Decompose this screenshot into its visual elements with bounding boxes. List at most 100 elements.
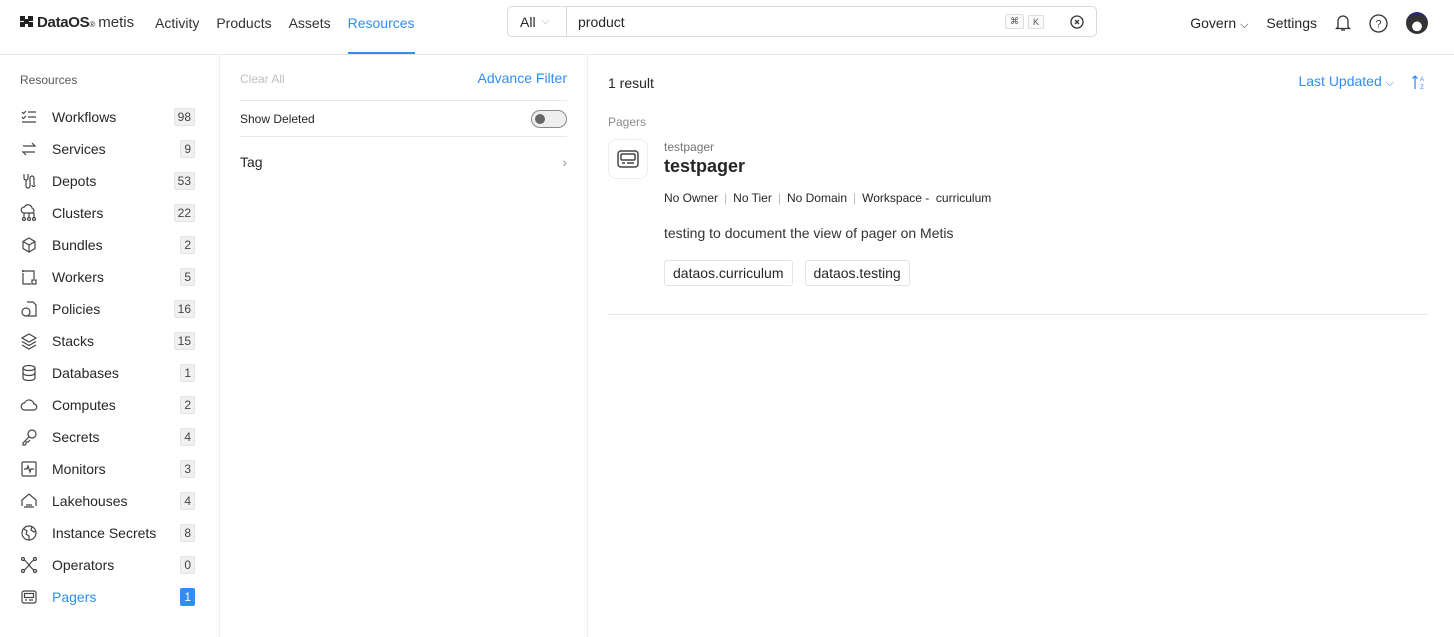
pager-icon: [20, 588, 38, 606]
sidebar-item-services[interactable]: Services 9: [20, 137, 195, 161]
sidebar-item-label: Databases: [52, 365, 119, 381]
nav-assets[interactable]: Assets: [289, 0, 331, 54]
sidebar-item-workers[interactable]: Workers 5: [20, 265, 195, 289]
sidebar-item-computes[interactable]: Computes 2: [20, 393, 195, 417]
show-deleted-label: Show Deleted: [240, 111, 315, 126]
sidebar-item-count: 15: [173, 332, 195, 350]
sidebar-item-count: 2: [180, 396, 195, 414]
arrows-exchange-icon: [20, 140, 38, 158]
chevron-right-icon: ›: [562, 153, 567, 170]
owner: No Owner: [664, 191, 719, 205]
sidebar-item-instance-secrets[interactable]: Instance Secrets 8: [20, 521, 195, 545]
sidebar-item-monitors[interactable]: Monitors 3: [20, 457, 195, 481]
sidebar-item-count: 3: [180, 460, 195, 478]
show-deleted-row: Show Deleted: [240, 100, 567, 136]
product-name: metis: [98, 14, 135, 31]
cloud-icon: [20, 396, 38, 414]
clear-all-button[interactable]: Clear All: [240, 72, 285, 86]
sidebar-item-label: Depots: [52, 173, 97, 189]
chevron-down-icon: ⌵: [541, 16, 550, 27]
sidebar-item-label: Secrets: [52, 429, 100, 445]
nav-activity[interactable]: Activity: [155, 0, 199, 54]
k-key: K: [1027, 14, 1044, 29]
sidebar-item-label: Workers: [52, 269, 104, 285]
sidebar-item-stacks[interactable]: Stacks 15: [20, 329, 195, 353]
document-shape-icon: [20, 300, 38, 318]
sidebar-item-count: 16: [173, 300, 195, 318]
resources-sidebar: Resources Workflows 98 Services 9 Depots 53 Cl…: [0, 55, 220, 637]
result-subtitle: testpager: [664, 140, 715, 154]
sidebar-item-lakehouses[interactable]: Lakehouses 4: [20, 489, 195, 513]
dataos-logo-icon: [20, 16, 33, 27]
sidebar-item-databases[interactable]: Databases 1: [20, 361, 195, 385]
sidebar-title: Resources: [20, 73, 78, 87]
avatar[interactable]: [1406, 12, 1428, 34]
globe-icon: [20, 524, 38, 542]
sidebar-item-policies[interactable]: Policies 16: [20, 297, 195, 321]
registered-mark: ®: [89, 20, 96, 29]
show-deleted-toggle[interactable]: [531, 109, 567, 128]
sidebar-item-depots[interactable]: Depots 53: [20, 169, 195, 193]
sidebar-item-label: Monitors: [52, 461, 106, 477]
tag-filter-label: Tag: [240, 153, 263, 170]
nav-products[interactable]: Products: [216, 0, 271, 54]
sidebar-item-label: Computes: [52, 397, 116, 413]
govern-label: Govern: [1190, 14, 1237, 31]
result-title[interactable]: testpager: [664, 156, 745, 177]
help-icon[interactable]: ?: [1369, 13, 1388, 33]
sidebar-item-count: 98: [173, 108, 195, 126]
header-actions: Govern ⌵ Settings ?: [1190, 12, 1428, 34]
plug-icon: [20, 172, 38, 190]
layers-icon: [20, 332, 38, 350]
domain: No Domain: [786, 191, 847, 205]
settings-link[interactable]: Settings: [1266, 15, 1317, 31]
advance-filter-button[interactable]: Advance Filter: [478, 70, 567, 86]
tag-chip[interactable]: dataos.curriculum: [664, 260, 793, 286]
sidebar-item-label: Clusters: [52, 205, 104, 221]
result-count: 1 result: [608, 75, 654, 91]
sidebar-item-count: 4: [180, 492, 195, 510]
cube-icon: [20, 236, 38, 254]
chevron-down-icon: ⌵: [1385, 77, 1394, 89]
sidebar-item-clusters[interactable]: Clusters 22: [20, 201, 195, 225]
sidebar-item-count: 2: [180, 236, 195, 254]
sidebar-item-operators[interactable]: Operators 0: [20, 553, 195, 577]
svg-text:Z: Z: [1420, 85, 1424, 90]
sidebar-item-label: Services: [52, 141, 106, 157]
pulse-icon: [20, 460, 38, 478]
sidebar-item-label: Policies: [52, 301, 101, 317]
chevron-down-icon: ⌵: [1240, 18, 1249, 31]
logo[interactable]: DataOS ® metis: [20, 14, 134, 31]
database-icon: [20, 364, 38, 382]
cloud-network-icon: [20, 204, 38, 222]
cmd-key: ⌘: [1004, 14, 1024, 29]
nav-resources[interactable]: Resources: [347, 0, 415, 54]
tag-chip[interactable]: dataos.testing: [804, 260, 910, 286]
sidebar-item-secrets[interactable]: Secrets 4: [20, 425, 195, 449]
filter-panel: Clear All Advance Filter Show Deleted Ta…: [220, 55, 588, 637]
divider: [608, 314, 1428, 315]
sidebar-item-count: 0: [180, 556, 195, 574]
lakehouse-icon: [20, 492, 38, 510]
sidebar-item-pagers[interactable]: Pagers 1: [20, 585, 195, 609]
bell-icon[interactable]: [1335, 14, 1351, 32]
sidebar-item-label: Workflows: [52, 109, 117, 125]
govern-menu[interactable]: Govern ⌵: [1190, 15, 1248, 32]
top-header: DataOS ® metis Activity Products Assets R…: [0, 0, 1454, 55]
sidebar-item-bundles[interactable]: Bundles 2: [20, 233, 195, 257]
sort-label: Last Updated: [1298, 73, 1382, 89]
sidebar-item-workflows[interactable]: Workflows 98: [20, 105, 195, 129]
sidebar-item-label: Operators: [52, 557, 115, 573]
sidebar-item-count: 53: [173, 172, 195, 190]
sort-dropdown[interactable]: Last Updated ⌵: [1298, 73, 1394, 90]
search-scope-select[interactable]: All ⌵: [508, 7, 567, 36]
workspace: Workspace - curriculum: [862, 191, 992, 205]
tag-filter[interactable]: Tag ›: [240, 136, 567, 186]
clear-search-icon[interactable]: [1070, 14, 1084, 29]
sort-order-icon[interactable]: AZ: [1412, 74, 1426, 90]
search-input[interactable]: [578, 13, 1005, 30]
sidebar-item-label: Stacks: [52, 333, 95, 349]
sidebar-item-label: Lakehouses: [52, 493, 128, 509]
result-meta: No Owner | No Tier | No Domain | Workspace …: [664, 191, 992, 205]
svg-text:A: A: [1420, 77, 1424, 83]
